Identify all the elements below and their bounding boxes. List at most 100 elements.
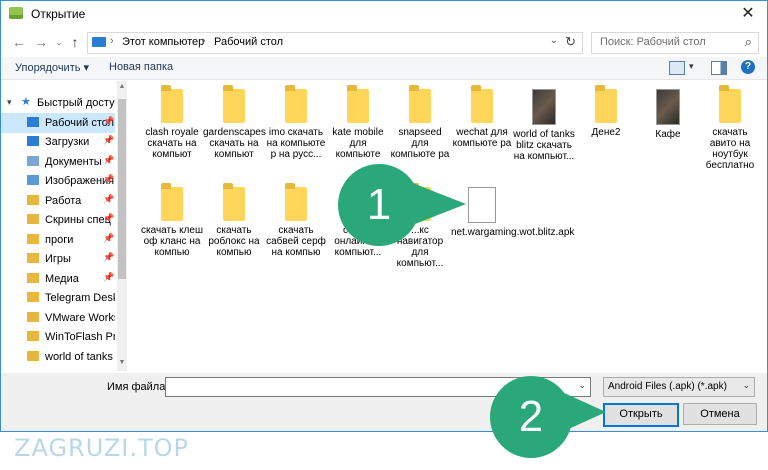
file-item[interactable]: snapseed для компьюте ра <box>389 85 451 160</box>
file-item[interactable]: kate mobile для компьюте <box>327 85 389 160</box>
chevron-down-icon[interactable]: ▾ <box>689 61 694 72</box>
new-folder-button[interactable]: Новая папка <box>109 61 173 73</box>
file-item[interactable]: скачать сабвей серф на компью <box>265 183 327 258</box>
file-icon <box>468 187 496 223</box>
sidebar-item-label: Скрины спец <box>45 214 111 226</box>
file-item[interactable]: скачать роблокс на компью <box>203 183 265 258</box>
file-list: clash royale скачать на компьют gardensca… <box>131 81 767 371</box>
back-icon[interactable]: ← <box>11 34 27 50</box>
sidebar-item-label: VMware Workstation <box>45 311 115 324</box>
folder-icon <box>409 85 431 123</box>
folder-icon <box>161 183 183 221</box>
file-item[interactable]: Дене2 <box>575 85 637 138</box>
chevron-icon: › <box>110 35 114 47</box>
file-name: kate mobile для компьюте <box>332 127 384 160</box>
sidebar-item-label: проги <box>45 233 74 246</box>
sidebar-item[interactable]: Документы 📌 <box>1 152 115 172</box>
sidebar-item-label: world of tanks b <box>45 350 115 363</box>
sidebar-item[interactable]: Telegram Desktop <box>1 288 115 308</box>
sidebar-scrollbar[interactable]: ▲ ▼ <box>117 81 127 371</box>
pin-icon: 📌 <box>103 213 115 223</box>
forward-icon[interactable]: → <box>33 34 49 50</box>
folder-thumbnail-icon <box>532 89 556 125</box>
folder-icon <box>595 85 617 123</box>
command-bar: Упорядочить ▾ Новая папка ▾ ? <box>1 57 767 80</box>
sidebar-item[interactable]: Загрузки 📌 <box>1 132 115 152</box>
breadcrumb-desktop[interactable]: Рабочий стол <box>214 36 283 48</box>
chevron-down-icon[interactable]: ⌄ <box>578 380 586 391</box>
folder-icon <box>223 85 245 123</box>
star-icon: ★ <box>21 96 31 108</box>
sidebar-item[interactable]: Работа 📌 <box>1 191 115 211</box>
sidebar-item[interactable]: проги 📌 <box>1 230 115 250</box>
help-icon[interactable]: ? <box>741 60 755 74</box>
scroll-up-icon[interactable]: ▲ <box>117 83 127 90</box>
file-name: world of tanks blitz скачать на компьют.… <box>513 129 575 162</box>
refresh-icon[interactable]: ↻ <box>565 34 576 50</box>
folder-icon <box>27 253 39 263</box>
breadcrumb-this-pc[interactable]: Этот компьютер <box>122 36 204 48</box>
pin-icon: 📌 <box>103 135 115 145</box>
close-icon[interactable]: ✕ <box>737 3 759 25</box>
images-icon <box>27 175 39 185</box>
organize-label: Упорядочить <box>15 62 81 74</box>
scroll-down-icon[interactable]: ▼ <box>117 359 127 366</box>
preview-pane-icon[interactable] <box>711 61 727 75</box>
recent-dropdown-icon[interactable]: ⌄ <box>51 34 67 50</box>
file-item[interactable]: скачать авито на ноутбук бесплатно <box>699 85 761 171</box>
file-name: скачать авито на ноутбук бесплатно <box>705 127 755 171</box>
up-icon[interactable]: ↑ <box>67 34 83 50</box>
folder-icon <box>285 183 307 221</box>
annotation-arrow-1 <box>410 182 466 226</box>
title-bar: Открытие ✕ <box>1 1 767 27</box>
navigation-pane: ▾ ★ Быстрый доступ Рабочий стол 📌 Загрузки 📌 До… <box>1 81 127 371</box>
scrollbar-thumb[interactable] <box>118 99 126 279</box>
file-name: Дене2 <box>591 127 621 138</box>
sidebar-item[interactable]: Медиа 📌 <box>1 269 115 289</box>
sidebar-item[interactable]: VMware Workstation <box>1 308 115 328</box>
file-item[interactable]: wechat для компьюте ра <box>451 85 513 149</box>
folder-thumbnail-icon <box>656 89 680 125</box>
sidebar-item-label: Работа <box>45 194 82 207</box>
chevron-down-icon[interactable]: ⌄ <box>550 35 558 46</box>
file-item[interactable]: world of tanks blitz скачать на компьют.… <box>513 85 575 162</box>
search-input[interactable]: Поиск: Рабочий стол ⌕ <box>591 32 759 54</box>
filetype-value: Android Files (.apk) (*.apk) <box>608 381 727 392</box>
app-icon <box>9 7 23 19</box>
file-item[interactable]: clash royale скачать на компьют <box>141 85 203 160</box>
address-bar[interactable]: › Этот компьютер › Рабочий стол ⌄ ↻ <box>87 32 583 54</box>
expand-icon[interactable]: ▾ <box>7 97 12 108</box>
folder-icon <box>161 85 183 123</box>
file-name: net.wargaming.wot.blitz.apk <box>451 227 575 238</box>
folder-icon <box>27 194 39 205</box>
file-name: скачать клеш оф кланс на компью <box>141 225 203 258</box>
sidebar-item[interactable]: Изображения 📌 <box>1 171 115 191</box>
view-options-icon[interactable] <box>669 61 685 75</box>
folder-icon <box>27 350 39 361</box>
file-name: snapseed для компьюте ра <box>390 127 450 160</box>
file-name: скачать сабвей серф на компью <box>266 225 326 258</box>
search-placeholder: Поиск: Рабочий стол <box>600 36 706 48</box>
file-item[interactable]: скачать клеш оф кланс на компью <box>141 183 203 258</box>
folder-icon <box>347 85 369 123</box>
cancel-button[interactable]: Отмена <box>683 403 757 425</box>
sidebar-item[interactable]: Игры 📌 <box>1 249 115 269</box>
open-button[interactable]: Открыть <box>603 403 679 427</box>
annotation-number: 1 <box>366 180 392 229</box>
filetype-select[interactable]: Android Files (.apk) (*.apk) ⌄ <box>603 377 755 397</box>
desktop-icon <box>27 116 39 127</box>
file-name: Кафе <box>655 129 681 140</box>
sidebar-item[interactable]: world of tanks b <box>1 347 115 367</box>
organize-button[interactable]: Упорядочить ▾ <box>15 61 89 74</box>
sidebar-item[interactable]: Рабочий стол 📌 <box>1 112 115 133</box>
file-item[interactable]: Кафе <box>637 85 699 140</box>
annotation-arrow-2 <box>562 392 606 432</box>
sidebar-item-label: Загрузки <box>45 136 90 148</box>
file-item[interactable]: imo скачать на компьюте р на русс... <box>265 85 327 160</box>
file-item[interactable]: gardenscapes скачать на компьют <box>203 85 266 160</box>
sidebar-item[interactable]: ▾ ★ Быстрый доступ <box>1 93 115 113</box>
sidebar-item[interactable]: Скрины спец 📌 <box>1 210 115 230</box>
sidebar-item[interactable]: WinToFlash Prof <box>1 327 115 347</box>
watermark: ZAGRUZI.TOP <box>14 434 190 462</box>
pin-icon: 📌 <box>103 252 115 262</box>
